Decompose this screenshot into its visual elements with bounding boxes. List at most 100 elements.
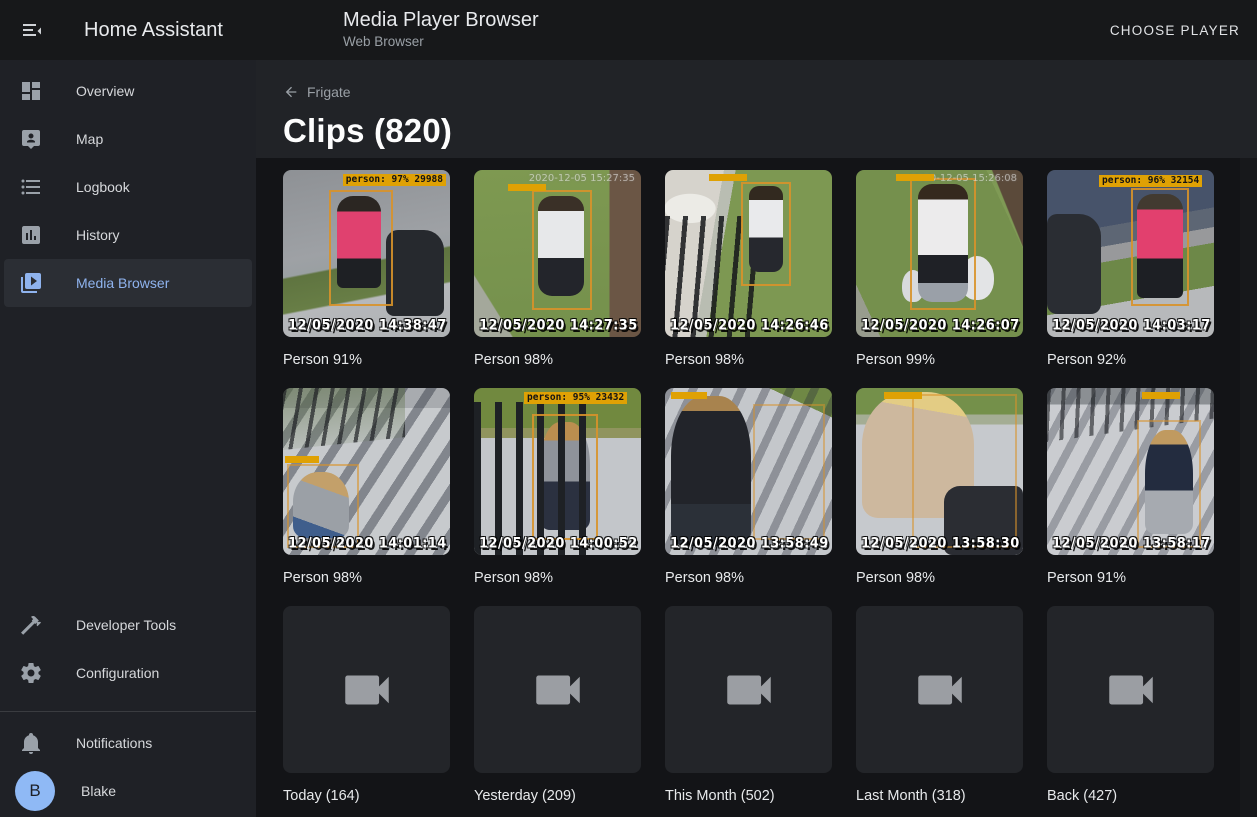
sidebar-item-label: Notifications [76, 735, 152, 751]
video-icon [338, 661, 396, 719]
folder-item-last-month[interactable]: Last Month (318) [856, 606, 1023, 817]
folder-thumbnail [283, 606, 450, 773]
clip-caption: Person 91% [1047, 555, 1214, 604]
sidebar-item-map[interactable]: Map [4, 115, 252, 163]
sidebar-item-overview[interactable]: Overview [4, 67, 252, 115]
detection-tag [896, 174, 934, 181]
sidebar-item-label: Media Browser [76, 275, 169, 291]
folder-thumbnail [1047, 606, 1214, 773]
detection-tag [1142, 392, 1180, 399]
clip-item[interactable]: 2020-12-05 15:27:35 12/05/2020 14:27:35 … [474, 170, 641, 386]
folder-label: This Month (502) [665, 773, 832, 817]
sidebar-divider [0, 711, 256, 712]
sidebar-item-label: Logbook [76, 179, 130, 195]
clip-caption: Person 98% [665, 555, 832, 604]
detection-tag [671, 392, 707, 399]
sidebar-item-notifications[interactable]: Notifications [4, 719, 252, 767]
clip-timestamp: 12/05/2020 14:03:17 [1052, 317, 1211, 334]
folder-label: Last Month (318) [856, 773, 1023, 817]
breadcrumb-back[interactable]: Frigate [283, 60, 351, 100]
video-icon [720, 661, 778, 719]
clip-thumbnail: 12/05/2020 14:26:46 [665, 170, 832, 337]
app-title: Home Assistant [84, 19, 223, 42]
clip-thumbnail: 12/05/2020 13:58:30 [856, 388, 1023, 555]
detection-tag [508, 184, 546, 191]
clip-item[interactable]: 2020-12-05 15:26:08 12/05/2020 14:26:07 … [856, 170, 1023, 386]
choose-player-button[interactable]: CHOOSE PLAYER [1110, 0, 1240, 60]
bell-icon [19, 731, 43, 755]
clip-timestamp: 12/05/2020 13:58:17 [1052, 535, 1211, 552]
sidebar-collapse-icon[interactable] [20, 18, 44, 42]
sidebar-item-logbook[interactable]: Logbook [4, 163, 252, 211]
sidebar-item-label: Developer Tools [76, 617, 176, 633]
media-browser-content: Frigate Clips (820) person: 97% 29988 12… [256, 60, 1257, 817]
camera-watermark: 2020-12-05 15:27:35 [529, 173, 635, 184]
sidebar-item-media-browser[interactable]: Media Browser [4, 259, 252, 307]
sidebar-item-history[interactable]: History [4, 211, 252, 259]
clip-item[interactable]: person: 96% 32154 12/05/2020 14:03:17 Pe… [1047, 170, 1214, 386]
detection-bbox [532, 190, 592, 310]
clip-item[interactable]: 12/05/2020 14:01:14 Person 98% [283, 388, 450, 604]
clip-timestamp: 12/05/2020 14:26:07 [861, 317, 1020, 334]
clips-grid: person: 97% 29988 12/05/2020 14:38:47 Pe… [256, 158, 1257, 817]
video-icon [911, 661, 969, 719]
clip-caption: Person 92% [1047, 337, 1214, 386]
clip-caption: Person 98% [283, 555, 450, 604]
folder-item-today[interactable]: Today (164) [283, 606, 450, 817]
video-icon [529, 661, 587, 719]
clip-item[interactable]: 12/05/2020 13:58:49 Person 98% [665, 388, 832, 604]
folder-label: Today (164) [283, 773, 450, 817]
scrollbar-track [1240, 158, 1257, 817]
detection-bbox [532, 414, 598, 540]
list-bulleted-icon [19, 175, 43, 199]
clip-timestamp: 12/05/2020 14:27:35 [479, 317, 638, 334]
sidebar-item-label: History [76, 227, 120, 243]
page-subtitle: Web Browser [343, 34, 539, 49]
clip-thumbnail: person: 95% 23432 12/05/2020 14:00:52 [474, 388, 641, 555]
detection-bbox [912, 394, 1017, 548]
clip-timestamp: 12/05/2020 14:00:52 [479, 535, 638, 552]
breadcrumb-label: Frigate [307, 84, 351, 100]
clip-item[interactable]: 12/05/2020 13:58:30 Person 98% [856, 388, 1023, 604]
clip-timestamp: 12/05/2020 13:58:30 [861, 535, 1020, 552]
sidebar-item-user-profile[interactable]: B Blake [4, 767, 252, 815]
clip-item[interactable]: person: 95% 23432 12/05/2020 14:00:52 Pe… [474, 388, 641, 604]
clip-item[interactable]: person: 97% 29988 12/05/2020 14:38:47 Pe… [283, 170, 450, 386]
clip-timestamp: 12/05/2020 13:58:49 [670, 535, 829, 552]
clip-thumbnail: 12/05/2020 13:58:49 [665, 388, 832, 555]
clip-thumbnail: 2020-12-05 15:26:08 12/05/2020 14:26:07 [856, 170, 1023, 337]
top-app-bar: Home Assistant Media Player Browser Web … [0, 0, 1257, 60]
detection-bbox [741, 182, 791, 286]
sidebar-item-developer-tools[interactable]: Developer Tools [4, 601, 252, 649]
detection-tag [884, 392, 922, 399]
clip-item[interactable]: 12/05/2020 14:26:46 Person 98% [665, 170, 832, 386]
page-title-block: Media Player Browser Web Browser [343, 9, 539, 49]
clip-timestamp: 12/05/2020 14:01:14 [288, 535, 447, 552]
detection-bbox [1137, 420, 1201, 548]
clip-thumbnail: 12/05/2020 13:58:17 [1047, 388, 1214, 555]
clip-timestamp: 12/05/2020 14:26:46 [670, 317, 829, 334]
chart-box-icon [19, 223, 43, 247]
clip-caption: Person 91% [283, 337, 450, 386]
clip-caption: Person 99% [856, 337, 1023, 386]
folder-label: Yesterday (209) [474, 773, 641, 817]
sidebar: Overview Map Logbook History [0, 60, 256, 817]
detection-bbox [753, 404, 825, 540]
detection-tag: person: 97% 29988 [343, 174, 446, 186]
user-name: Blake [81, 783, 116, 799]
clip-caption: Person 98% [856, 555, 1023, 604]
video-icon [1102, 661, 1160, 719]
detection-tag [285, 456, 319, 463]
clip-thumbnail: person: 97% 29988 12/05/2020 14:38:47 [283, 170, 450, 337]
account-box-icon [19, 127, 43, 151]
clip-item[interactable]: 12/05/2020 13:58:17 Person 91% [1047, 388, 1214, 604]
folder-item-yesterday[interactable]: Yesterday (209) [474, 606, 641, 817]
sidebar-item-label: Configuration [76, 665, 159, 681]
folder-item-back[interactable]: Back (427) [1047, 606, 1214, 817]
arrow-left-icon [283, 84, 299, 100]
sidebar-item-configuration[interactable]: Configuration [4, 649, 252, 697]
page-title: Media Player Browser [343, 9, 539, 32]
folder-item-this-month[interactable]: This Month (502) [665, 606, 832, 817]
clip-caption: Person 98% [474, 555, 641, 604]
page-section-title: Clips (820) [283, 112, 1257, 150]
